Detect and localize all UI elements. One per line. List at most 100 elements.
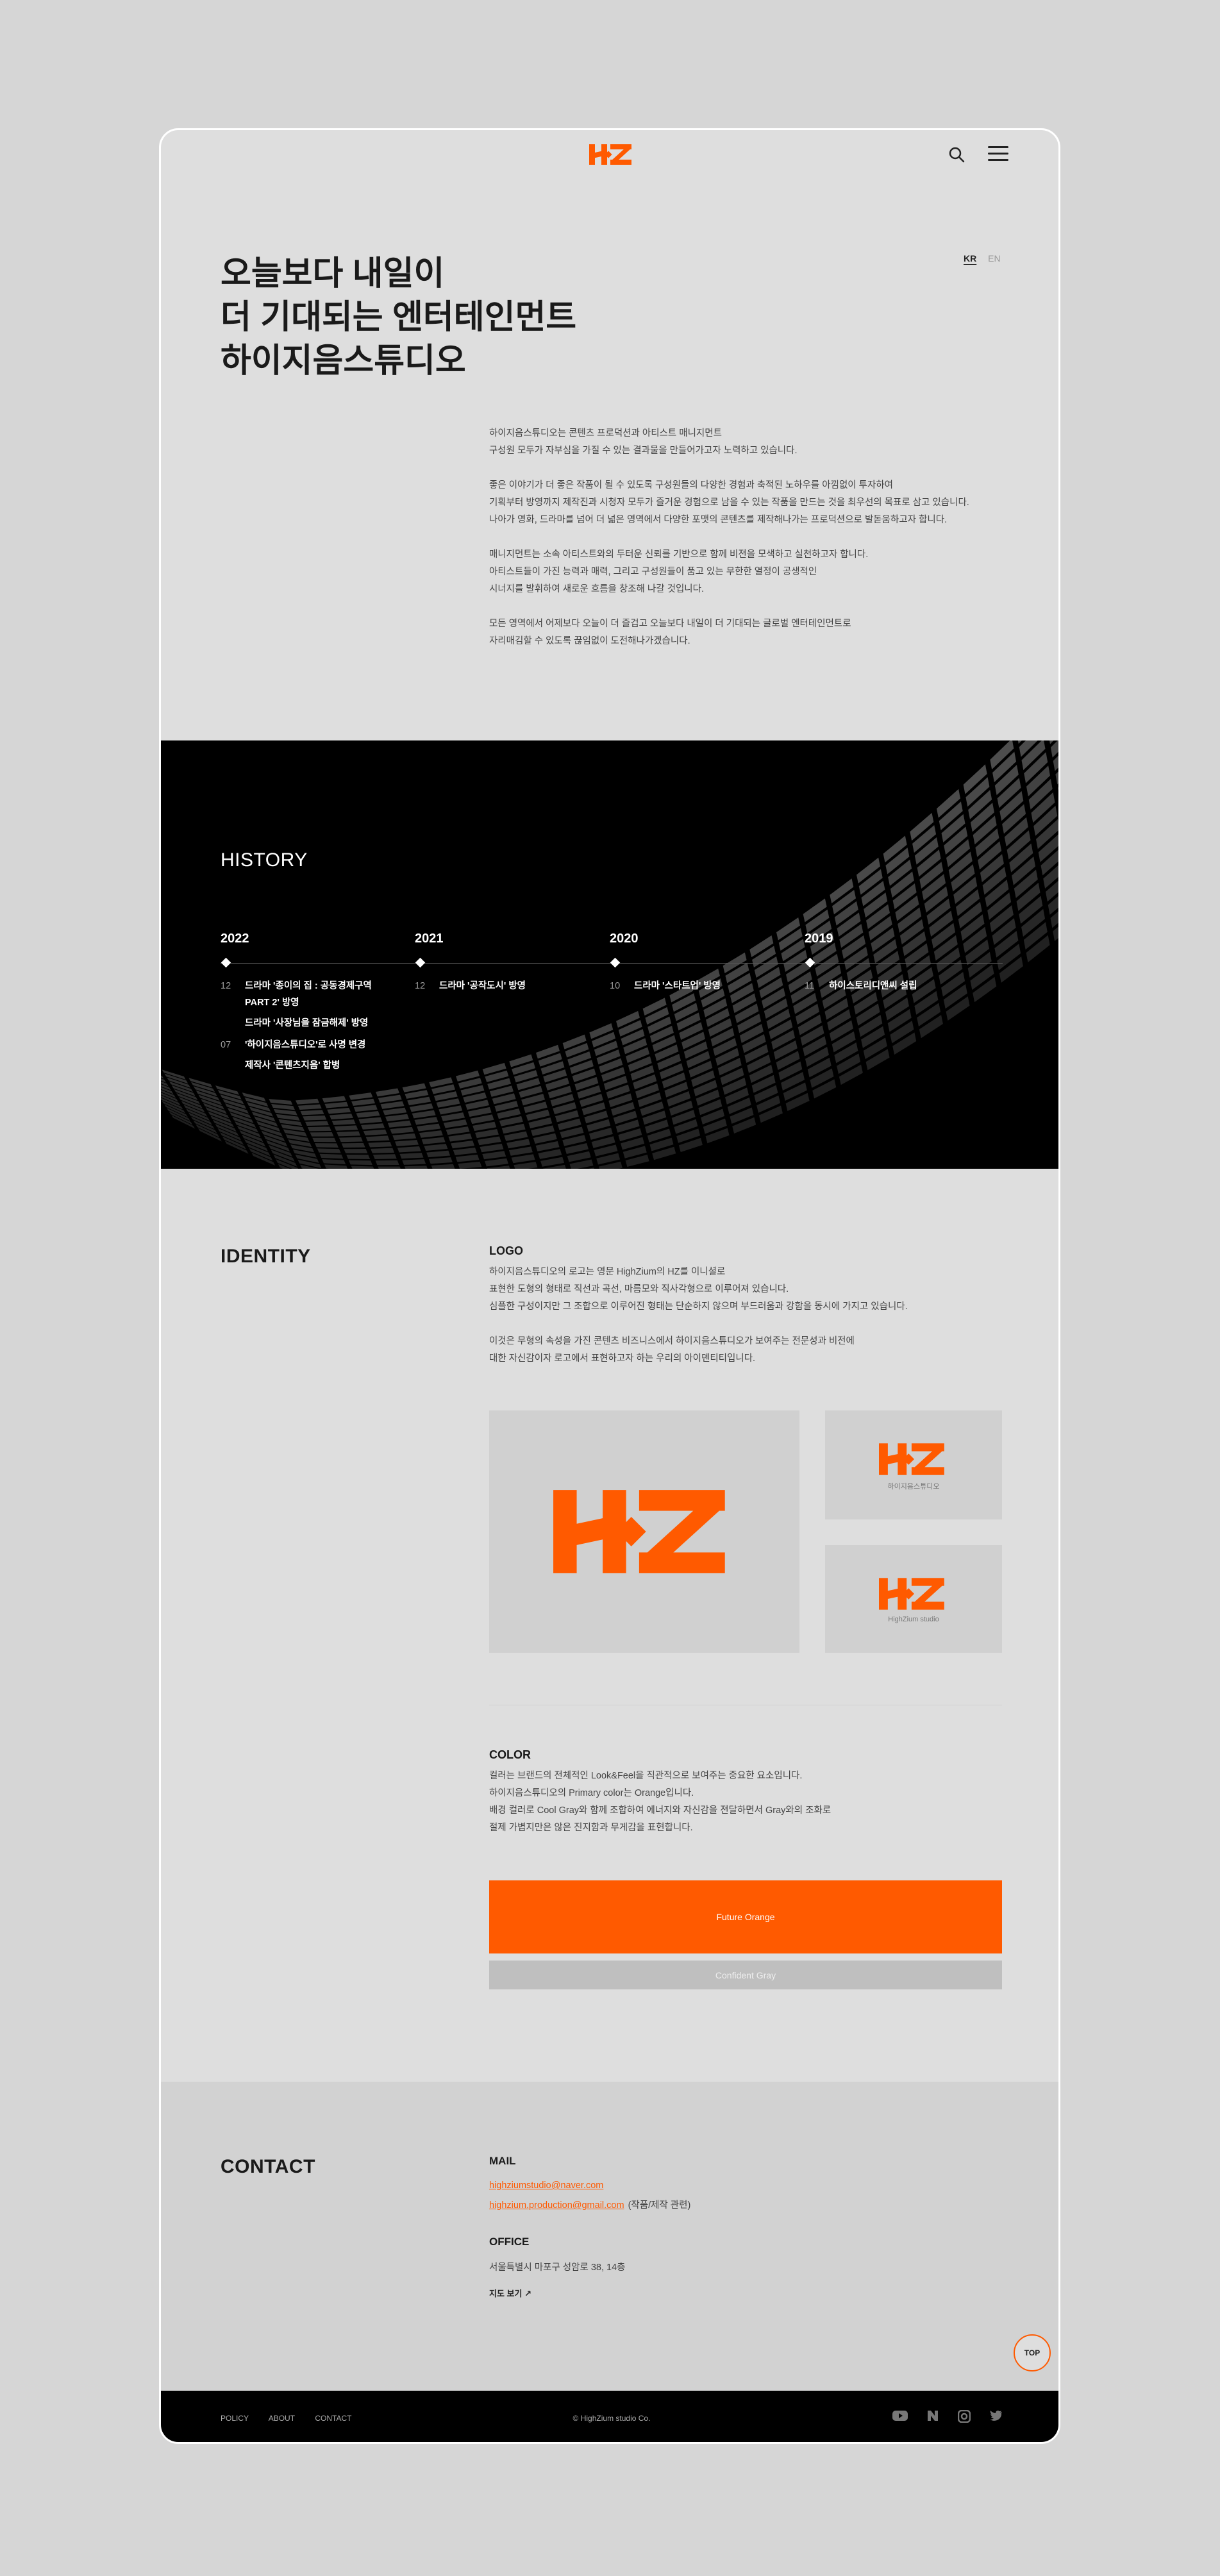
hero-line: 더 기대되는 엔터테인먼트 — [221, 299, 577, 336]
hero-line: 하이지음스튜디오 — [221, 342, 466, 380]
wave-tile — [363, 1129, 387, 1136]
wave-tile — [453, 1147, 477, 1155]
wave-tile — [196, 1124, 220, 1138]
wave-tile — [387, 1120, 412, 1128]
wave-tile — [305, 1121, 329, 1126]
wave-tile — [341, 1142, 365, 1148]
color-heading: COLOR — [489, 1748, 531, 1761]
twitter-icon[interactable] — [990, 2410, 1003, 2421]
wave-tile — [378, 1094, 402, 1103]
wave-tile — [1049, 740, 1054, 744]
wave-tile — [421, 1137, 446, 1144]
text-line: 이것은 무형의 속성을 가진 콘텐츠 비즈니스에서 하이지음스튜디오가 보여주는… — [489, 1336, 855, 1346]
text-line: 모든 영역에서 어제보다 오늘이 더 즐겁고 오늘보다 내일이 더 기대되는 글… — [489, 619, 851, 629]
hamburger-menu-icon[interactable] — [988, 146, 1008, 162]
wave-tile — [361, 1123, 385, 1130]
event-month: 12 — [415, 981, 426, 991]
mail-link-2[interactable]: highzium.production@gmail.com — [489, 2200, 624, 2211]
text-line: 대한 자신감이자 로고에서 표현하고자 하는 우리의 아이덴티티입니다. — [489, 1353, 756, 1364]
wave-tile — [487, 1166, 510, 1169]
hz-logo-mark — [589, 144, 631, 165]
wave-tile — [446, 1126, 470, 1135]
wave-tile — [188, 1112, 212, 1125]
wave-tile — [426, 1150, 451, 1158]
wave-tile — [346, 1154, 371, 1159]
wave-tile — [303, 1115, 327, 1121]
text-line: 나아가 영화, 드라마를 넘어 더 넓은 영역에서 다양한 포맷의 콘텐츠를 제… — [489, 515, 948, 525]
wave-tile — [322, 1096, 346, 1103]
history-event: 11 하이스토리디앤씨 설립 — [805, 978, 984, 997]
scroll-top-button[interactable]: TOP — [1014, 2334, 1051, 2371]
lang-en[interactable]: EN — [988, 253, 1000, 263]
search-icon[interactable] — [948, 146, 965, 163]
wave-tile — [317, 1148, 341, 1153]
wave-tile — [190, 1116, 215, 1130]
text-line: 심플한 구성이지만 그 조합으로 이루어진 형태는 단순하지 않으며 부드러움과… — [489, 1301, 908, 1312]
logo-description: 하이지음스튜디오의 로고는 영문 HighZium의 HZ를 이니셜로 표현한 도… — [489, 1264, 1015, 1385]
wave-tile — [324, 1164, 348, 1169]
history-title: HISTORY — [221, 849, 308, 871]
wave-tile — [428, 1157, 453, 1164]
site-frame: KR EN 오늘보다 내일이 더 기대되는 엔터테인먼트 하이지음스튜디오 하이… — [159, 128, 1060, 2444]
wave-tile — [349, 1092, 373, 1100]
history-event: 07 '하이지음스튜디오'로 사명 변경 — [221, 1037, 400, 1056]
lang-kr[interactable]: KR — [964, 253, 976, 263]
wave-tile — [269, 1099, 293, 1105]
wave-tile — [540, 1157, 565, 1167]
wave-tile — [480, 1143, 504, 1153]
wave-tile — [365, 1135, 390, 1142]
hz-logo-small — [879, 1578, 944, 1610]
office-address: 서울특별시 마포구 성암로 38, 14층 — [489, 2262, 626, 2273]
wave-tile — [351, 1098, 376, 1106]
paragraph: 하이지음스튜디오의 로고는 영문 HighZium의 HZ를 이니셜로 표현한 도… — [489, 1264, 1015, 1316]
paragraph: 모든 영역에서 어제보다 오늘이 더 즐겁고 오늘보다 내일이 더 기대되는 글… — [489, 615, 1002, 650]
paragraph: 하이지음스튜디오는 콘텐츠 프로덕션과 아티스트 매니지먼트 구성원 모두가 자부… — [489, 425, 1002, 460]
event-month: 11 — [805, 981, 815, 991]
language-switch: KR EN — [964, 253, 1010, 263]
wave-tile — [351, 1166, 374, 1169]
text-line: 배경 컬러로 Cool Gray와 함께 조합하여 에너지와 자신감을 전달하면… — [489, 1805, 831, 1816]
youtube-icon[interactable] — [892, 2410, 908, 2421]
wave-tile — [383, 1107, 407, 1116]
wave-tile — [405, 1166, 428, 1169]
wave-tile — [327, 1107, 351, 1114]
paragraph: 컬러는 브랜드의 전체적인 Look&Feel을 직관적으로 보여주는 중요한 … — [489, 1768, 1015, 1837]
wave-tile — [300, 1110, 324, 1116]
mail-heading: MAIL — [489, 2155, 516, 2167]
text-line: 컬러는 브랜드의 전체적인 Look&Feel을 직관적으로 보여주는 중요한 … — [489, 1771, 803, 1781]
naver-icon[interactable] — [927, 2410, 939, 2421]
wave-tile — [310, 1132, 334, 1137]
wave-tile — [197, 1128, 222, 1142]
wave-tile — [376, 1088, 399, 1097]
hz-logo[interactable] — [589, 143, 634, 166]
text-line: 자리매김할 수 있도록 끊임없이 도전해나가겠습니다. — [489, 636, 690, 646]
identity-title: IDENTITY — [221, 1246, 311, 1267]
history-event: 10 드라마 '스타트업' 방영 — [610, 978, 789, 997]
year-label: 2019 — [805, 932, 833, 946]
history-event: 제작사 '콘텐츠지음' 합병 — [221, 1057, 400, 1076]
wave-tile — [397, 1146, 421, 1153]
wave-tile — [375, 1160, 399, 1166]
wave-tile — [353, 1105, 378, 1112]
wave-tile — [482, 1151, 506, 1160]
map-link[interactable]: 지도 보기 ↗ — [489, 2287, 531, 2299]
event-text: 하이스토리디앤씨 설립 — [829, 981, 917, 991]
instagram-icon[interactable] — [958, 2410, 971, 2423]
hz-logo-small — [879, 1443, 944, 1475]
event-text: 드라마 '사장님을 잠금해제' 방영 — [245, 1018, 369, 1028]
wave-tile — [337, 1131, 361, 1137]
wave-tile — [297, 1104, 322, 1110]
intro-text: 하이지음스튜디오는 콘텐츠 프로덕션과 아티스트 매니지먼트 구성원 모두가 자부… — [489, 425, 1002, 667]
wave-tile — [412, 1110, 436, 1119]
color-description: 컬러는 브랜드의 전체적인 Look&Feel을 직관적으로 보여주는 중요한 … — [489, 1768, 1015, 1854]
mail-line-2: highzium.production@gmail.com (작품/제작 관련) — [489, 2198, 690, 2211]
mail-link-1[interactable]: highziumstudio@naver.com — [489, 2180, 603, 2191]
event-text: 드라마 '공작도시' 방영 — [439, 981, 526, 991]
wave-tile — [312, 1137, 337, 1142]
wave-tile — [329, 1114, 353, 1120]
wave-tile — [402, 1159, 426, 1165]
wave-grid-background — [161, 740, 1058, 1169]
social-links — [892, 2410, 1003, 2423]
wave-tile — [378, 1166, 401, 1169]
wave-tile — [334, 1125, 358, 1131]
